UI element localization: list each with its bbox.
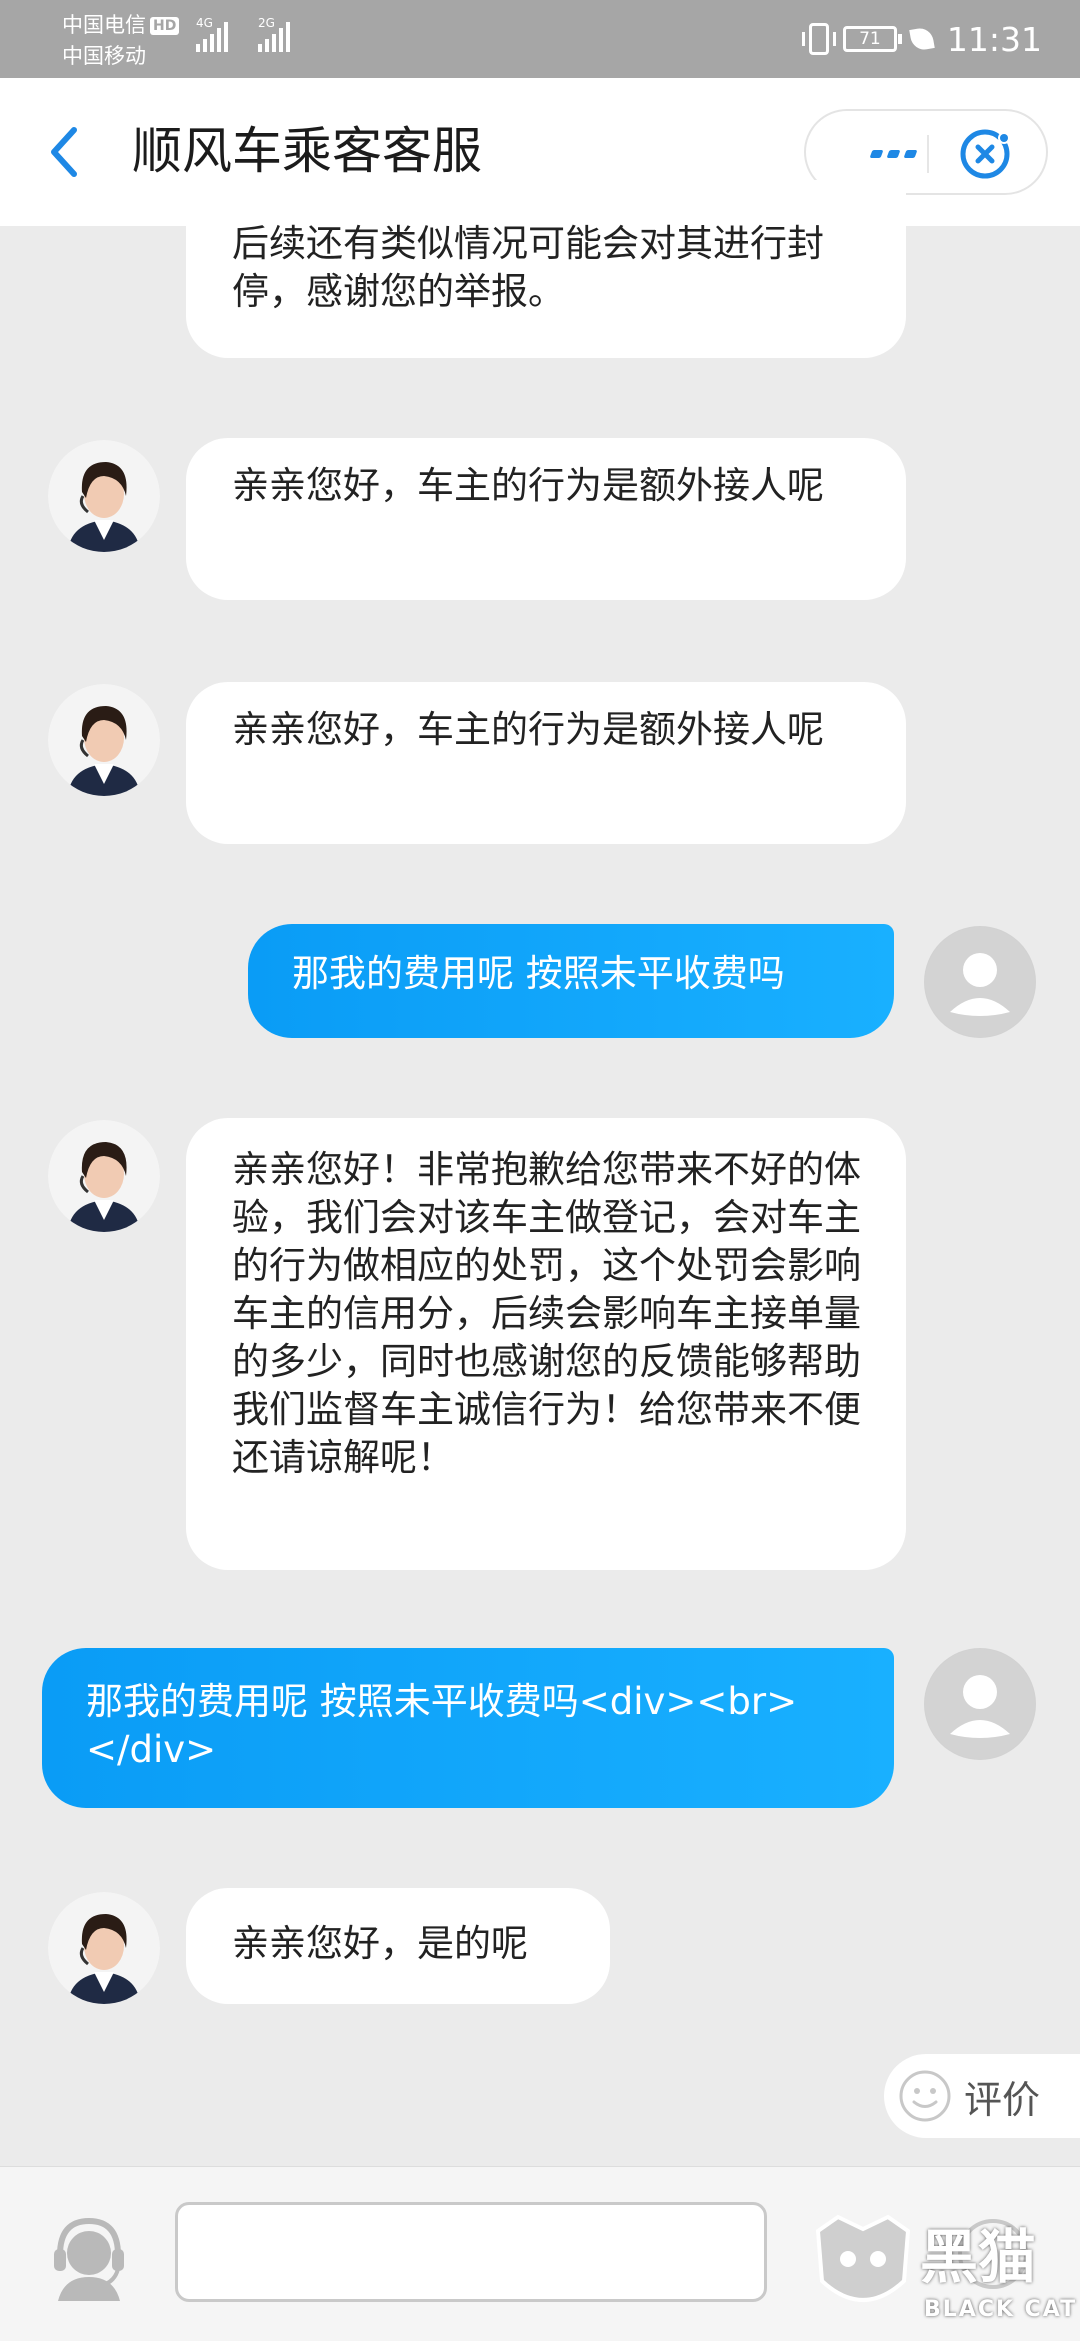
agent-message: 亲亲您好，车主的行为是额外接人呢 [186, 682, 906, 844]
capsule-divider [927, 135, 929, 173]
network-type-1: 4G [196, 16, 213, 30]
status-bar: 中国电信 HD 中国移动 4G 2G 71 11:31 [0, 0, 1080, 78]
user-avatar [924, 926, 1036, 1038]
rate-button[interactable]: 评价 [884, 2054, 1080, 2138]
agent-message: 后续还有类似情况可能会对其进行封停，感谢您的举报。 [186, 180, 906, 358]
battery-icon: 71 [842, 26, 902, 52]
carrier-info: 中国电信 HD 中国移动 [62, 10, 180, 72]
agent-message: 亲亲您好，是的呢 [186, 1888, 610, 2004]
message-text: 亲亲您好，车主的行为是额外接人呢 [232, 708, 824, 751]
signal-icon: 4G [196, 16, 228, 52]
agent-avatar [48, 440, 160, 552]
close-miniapp-icon[interactable] [956, 125, 1014, 183]
back-arrow-icon[interactable] [44, 122, 100, 182]
watermark-subtext: BLACK CAT [924, 2297, 1078, 2322]
message-text: 那我的费用呢 按照未平收费吗<div><br></div> [86, 1680, 798, 1771]
power-saving-icon [909, 26, 935, 52]
carrier-2: 中国移动 [62, 44, 146, 68]
input-bar: 黑猫 BLACK CAT [0, 2166, 1080, 2341]
signal-icon-2: 2G [258, 16, 290, 52]
watermark-cat-icon [815, 2214, 911, 2302]
message-text: 那我的费用呢 按照未平收费吗 [292, 952, 785, 995]
rate-label: 评价 [964, 2077, 1041, 2122]
vibrate-icon [801, 23, 836, 55]
agent-avatar [48, 684, 160, 796]
message-text: 亲亲您好！非常抱歉给您带来不好的体验，我们会对该车主做登记，会对车主的行为做相应… [232, 1148, 861, 1479]
status-right: 71 11:31 [801, 14, 1042, 64]
message-text: 后续还有类似情况可能会对其进行封停，感谢您的举报。 [232, 222, 824, 313]
message-text: 亲亲您好，车主的行为是额外接人呢 [232, 464, 824, 507]
user-message: 那我的费用呢 按照未平收费吗<div><br></div> [42, 1648, 894, 1808]
agent-message: 亲亲您好！非常抱歉给您带来不好的体验，我们会对该车主做登记，会对车主的行为做相应… [186, 1118, 906, 1570]
message-input[interactable] [175, 2202, 767, 2302]
carrier-1: 中国电信 [62, 13, 146, 37]
user-avatar [924, 1648, 1036, 1760]
agent-avatar [48, 1120, 160, 1232]
smiley-icon [899, 2070, 951, 2122]
agent-message: 亲亲您好，车主的行为是额外接人呢 [186, 438, 906, 600]
agent-avatar [48, 1892, 160, 2004]
clock: 11:31 [946, 19, 1042, 59]
page-title: 顺风车乘客客服 [132, 122, 482, 180]
message-text: 亲亲您好，是的呢 [232, 1922, 528, 1965]
human-agent-icon[interactable] [44, 2211, 134, 2301]
user-message: 那我的费用呢 按照未平收费吗 [248, 924, 894, 1038]
watermark-text: 黑猫 [920, 2223, 1037, 2291]
hd-badge: HD [150, 17, 180, 35]
network-type-2: 2G [258, 16, 275, 30]
